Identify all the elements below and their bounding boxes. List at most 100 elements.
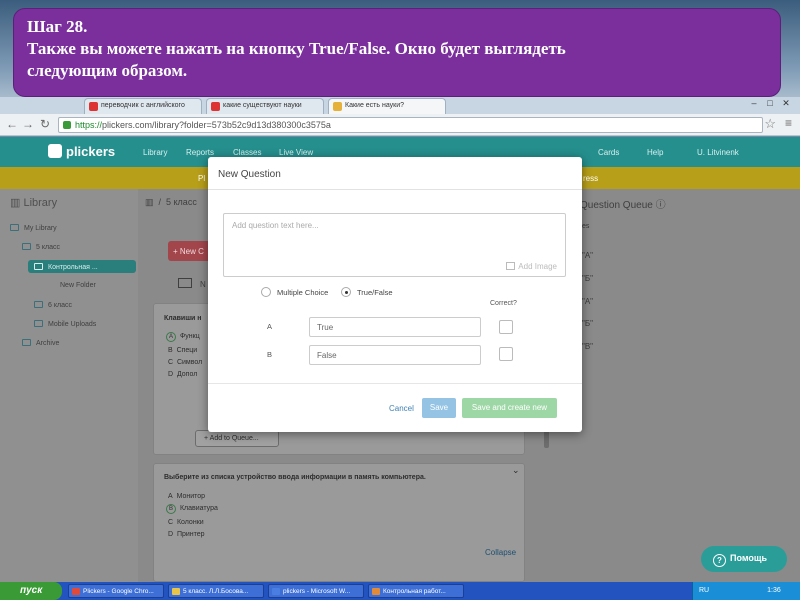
save-button[interactable]: Save (422, 398, 456, 418)
tab-label: переводчик с английского (101, 102, 185, 109)
minimize-icon[interactable]: – (746, 98, 762, 108)
queue-title-text: Question Queue (580, 200, 653, 211)
new-question-button[interactable]: + New C (168, 241, 212, 261)
folder-icon (34, 320, 43, 327)
answer-letter: A (166, 332, 176, 342)
correct-checkbox-a[interactable] (499, 320, 513, 334)
answer-letter: C (168, 519, 174, 526)
queue-item[interactable]: "В" (582, 342, 593, 351)
queue-item[interactable]: "Б" (582, 274, 593, 283)
answer-text: Специ (176, 347, 198, 354)
language-indicator[interactable]: RU (699, 587, 709, 594)
question-text-input[interactable]: Add question text here... Add Image (223, 213, 566, 277)
breadcrumb-folder[interactable]: 5 класс (166, 197, 197, 207)
strip-text-left: Pl (198, 174, 206, 183)
clock[interactable]: 1:36 (767, 587, 781, 594)
correct-checkbox-b[interactable] (499, 347, 513, 361)
add-image-button[interactable]: Add Image (506, 262, 557, 271)
answer-letter: A (168, 493, 173, 500)
new-folder-icon[interactable] (178, 278, 192, 288)
system-tray: RU 1:36 (692, 582, 800, 600)
answer-option-d: D Допол (168, 371, 197, 378)
browser-tab-3[interactable]: Какие есть науки? (328, 98, 446, 114)
answer-text: Функц (179, 333, 200, 340)
nav-classes[interactable]: Classes (233, 148, 261, 157)
queue-item[interactable]: "A" (582, 297, 593, 306)
radio-true-false[interactable] (341, 287, 351, 297)
browser-menu-icon[interactable]: ≡ (785, 116, 792, 130)
add-to-queue-button[interactable]: + Add to Queue... (195, 430, 279, 447)
forward-icon[interactable]: → (22, 117, 34, 131)
queue-item[interactable]: "A" (582, 251, 593, 260)
type-multiple-choice[interactable]: Multiple Choice (261, 287, 328, 297)
sidebar-item-new-folder[interactable]: New Folder (60, 282, 96, 289)
chrome-icon (72, 588, 80, 595)
nav-reports[interactable]: Reports (186, 148, 214, 157)
lock-icon (63, 121, 71, 129)
taskbar-item[interactable]: plickers - Microsoft W... (268, 584, 364, 598)
type-true-false[interactable]: True/False (341, 287, 393, 297)
nav-live-view[interactable]: Live View (279, 148, 313, 157)
sidebar-item-label: Контрольная ... (48, 264, 98, 271)
sidebar-title: ▥ Library (10, 197, 58, 209)
queue-section-label: es (582, 223, 590, 230)
info-icon[interactable]: ⓘ (656, 200, 666, 211)
sidebar-item-label: 5 класс (36, 244, 60, 251)
logo-text: plickers (66, 144, 116, 159)
modal-footer-divider (208, 383, 582, 384)
nav-library[interactable]: Library (143, 148, 167, 157)
bookmark-star-icon[interactable]: ☆ (764, 116, 776, 132)
sidebar-item-5-class[interactable]: 5 класс (22, 243, 60, 251)
task-label: 5 класс. Л.Л.Босова... (183, 588, 249, 595)
help-label: Помощь (730, 553, 768, 563)
nav-help[interactable]: Help (647, 148, 663, 157)
radio-multiple-choice[interactable] (261, 287, 271, 297)
new-folder-label[interactable]: N (200, 280, 206, 289)
answer-letter: B (166, 504, 176, 514)
taskbar-item[interactable]: Plickers - Google Chro... (68, 584, 164, 598)
question-queue-title: Question Queue ⓘ (580, 196, 666, 211)
answer-letter-a: A (267, 322, 273, 331)
sidebar-item-control[interactable]: Контрольная ... (34, 263, 98, 271)
modal-title: New Question (218, 169, 281, 180)
sidebar-item-mobile-uploads[interactable]: Mobile Uploads (34, 320, 96, 328)
help-button[interactable]: ? Помощь (701, 546, 787, 572)
image-icon (506, 262, 516, 270)
new-question-modal: New Question Add question text here... A… (208, 157, 582, 432)
plickers-logo[interactable]: plickers (48, 144, 115, 159)
browser-tab-2[interactable]: какие существуют науки (206, 98, 324, 114)
sidebar-item-label: 6 класс (48, 302, 72, 309)
answer-option-c: C Колонки (168, 519, 204, 526)
address-bar[interactable]: https://plickers.com/library?folder=573b… (58, 117, 763, 133)
taskbar-item[interactable]: 5 класс. Л.Л.Босова... (168, 584, 264, 598)
answer-input-true[interactable]: True (309, 317, 481, 337)
answer-letter: B (168, 347, 173, 354)
maximize-icon[interactable]: □ (762, 98, 778, 108)
back-icon[interactable]: ← (6, 117, 18, 131)
browser-tab-1[interactable]: переводчик с английского (84, 98, 202, 114)
queue-item[interactable]: "Б" (582, 319, 593, 328)
cancel-button[interactable]: Cancel (389, 404, 414, 413)
powerpoint-icon (372, 588, 380, 595)
collapse-link[interactable]: Collapse (485, 548, 516, 557)
sidebar-item-my-library[interactable]: My Library (10, 224, 57, 232)
save-and-create-new-button[interactable]: Save and create new (462, 398, 557, 418)
folder-icon (22, 243, 31, 250)
chevron-down-icon[interactable]: ⌄ (512, 465, 520, 476)
answer-text: Монитор (176, 493, 206, 500)
answer-input-false[interactable]: False (309, 345, 481, 365)
taskbar-item[interactable]: Контрольная работ... (368, 584, 464, 598)
start-button[interactable]: пуск (0, 582, 62, 600)
browser-toolbar: ← → ↻ https://plickers.com/library?folde… (0, 114, 800, 136)
reload-icon[interactable]: ↻ (40, 117, 50, 131)
banner-step: Шаг 28. (27, 17, 88, 36)
task-label: plickers - Microsoft W... (283, 588, 351, 595)
nav-user[interactable]: U. Litvinenk (697, 148, 739, 157)
close-icon[interactable]: ✕ (778, 98, 794, 109)
window-controls: – □ ✕ (746, 98, 794, 109)
sidebar-item-6-class[interactable]: 6 класс (34, 301, 72, 309)
question-placeholder: Add question text here... (232, 221, 319, 230)
answer-option-a: A Монитор (168, 493, 205, 500)
nav-cards[interactable]: Cards (598, 148, 619, 157)
sidebar-item-archive[interactable]: Archive (22, 339, 59, 347)
